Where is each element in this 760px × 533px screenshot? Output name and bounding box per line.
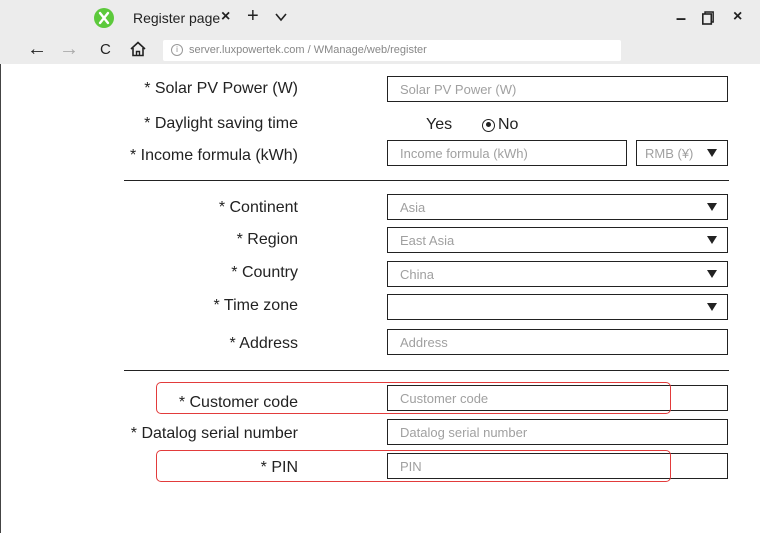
solar-pv-power-label: * Solar PV Power (W): [144, 80, 298, 97]
solar-pv-power-placeholder: Solar PV Power (W): [400, 82, 517, 97]
income-formula-placeholder: Income formula (kWh): [400, 146, 528, 161]
datalog-serial-placeholder: Datalog serial number: [400, 425, 528, 440]
url-text: server.luxpowertek.com / WManage/web/reg…: [189, 44, 427, 56]
browser-tab-bar: Register page × + – ×: [0, 0, 760, 36]
solar-pv-power-input[interactable]: Solar PV Power (W): [387, 76, 728, 102]
datalog-serial-input[interactable]: Datalog serial number: [387, 419, 728, 445]
region-select[interactable]: East Asia: [387, 227, 728, 253]
address-placeholder: Address: [400, 335, 448, 350]
country-label: * Country: [231, 264, 298, 281]
section-divider: [124, 370, 729, 371]
daylight-saving-no-label: No: [498, 116, 519, 133]
app-logo-icon: [94, 8, 114, 28]
radio-selected-icon[interactable]: [482, 118, 495, 132]
reload-icon[interactable]: C: [100, 41, 111, 58]
home-icon[interactable]: [129, 40, 147, 58]
close-window-icon[interactable]: ×: [733, 8, 742, 26]
country-select[interactable]: China: [387, 261, 728, 287]
income-formula-input[interactable]: Income formula (kWh): [387, 140, 627, 166]
restore-window-icon[interactable]: [702, 11, 714, 25]
daylight-saving-yes[interactable]: Yes: [426, 116, 452, 134]
continent-select[interactable]: Asia: [387, 194, 728, 220]
daylight-saving-no-option[interactable]: No: [482, 116, 518, 134]
customer-code-highlight: [156, 382, 671, 414]
tab-title: Register page: [133, 10, 221, 26]
back-arrow-icon[interactable]: ←: [27, 38, 47, 61]
dropdown-arrow-icon: [707, 236, 717, 244]
info-icon[interactable]: i: [171, 44, 183, 56]
forward-arrow-icon[interactable]: →: [59, 38, 79, 61]
pin-highlight: [156, 450, 671, 482]
browser-tab[interactable]: Register page × +: [78, 0, 310, 36]
tab-close-icon[interactable]: ×: [221, 8, 230, 26]
dropdown-arrow-icon: [707, 270, 717, 278]
currency-value: RMB (¥): [645, 146, 694, 161]
region-value: East Asia: [400, 233, 455, 248]
dropdown-arrow-icon: [707, 149, 717, 157]
datalog-serial-label: * Datalog serial number: [130, 425, 298, 442]
chevron-down-icon[interactable]: [274, 10, 288, 24]
region-label: * Region: [236, 231, 298, 248]
address-label: * Address: [229, 335, 298, 352]
minimize-icon[interactable]: –: [676, 8, 686, 29]
country-value: China: [400, 267, 434, 282]
browser-nav-bar: ← → C i server.luxpowertek.com / WManage…: [0, 36, 760, 64]
address-bar[interactable]: i server.luxpowertek.com / WManage/web/r…: [163, 40, 621, 61]
time-zone-select[interactable]: [387, 294, 728, 320]
daylight-saving-label: * Daylight saving time: [144, 115, 298, 132]
continent-label: * Continent: [218, 199, 298, 216]
dropdown-arrow-icon: [707, 203, 717, 211]
address-input[interactable]: Address: [387, 329, 728, 355]
time-zone-label: * Time zone: [213, 297, 298, 314]
income-formula-label: * Income formula (kWh): [129, 147, 298, 164]
currency-select[interactable]: RMB (¥): [636, 140, 728, 166]
new-tab-icon[interactable]: +: [247, 5, 259, 28]
section-divider: [124, 180, 729, 181]
dropdown-arrow-icon: [707, 303, 717, 311]
continent-value: Asia: [400, 200, 426, 215]
